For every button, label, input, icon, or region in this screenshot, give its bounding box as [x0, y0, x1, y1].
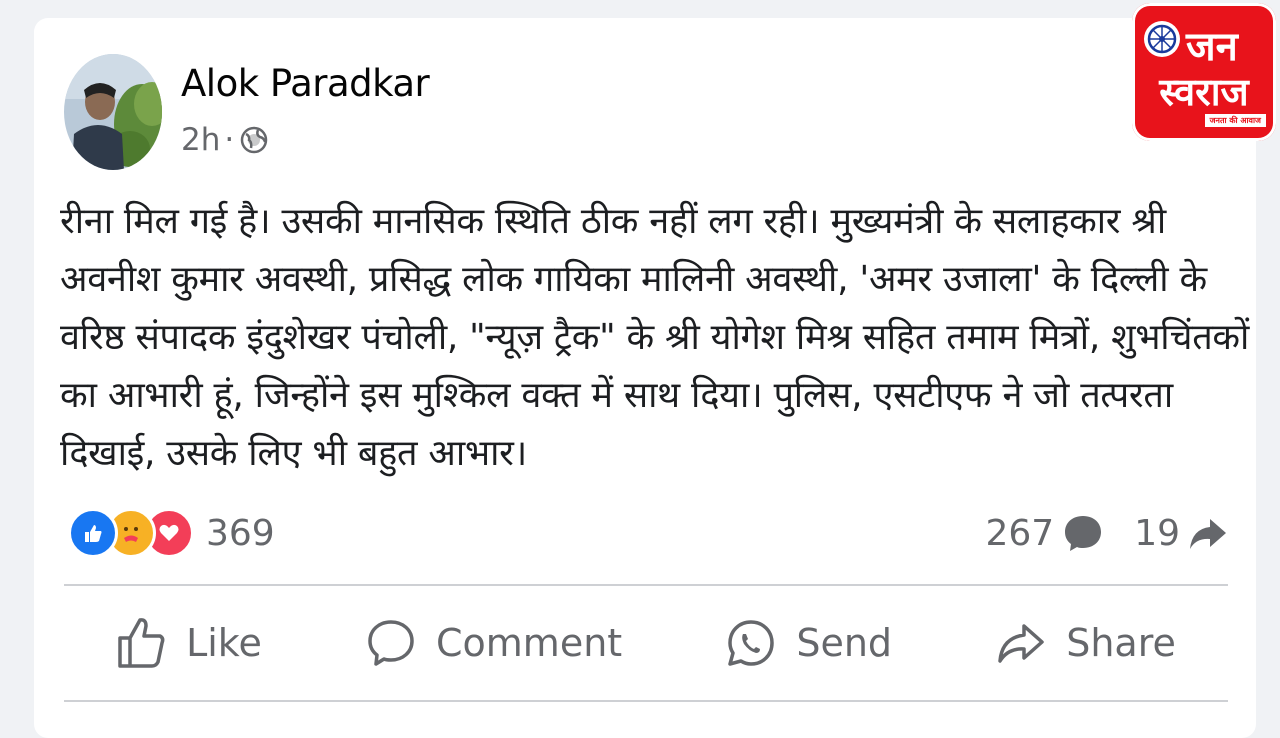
comments-count: 267 — [985, 512, 1055, 554]
comment-icon — [368, 620, 414, 666]
post-meta: 2h · — [181, 122, 268, 158]
author-name[interactable]: Alok Paradkar — [181, 62, 430, 105]
logo-line-2: स्वराज — [1159, 70, 1249, 114]
like-icon — [68, 508, 118, 558]
share-label: Share — [1066, 621, 1176, 665]
comment-bubble-icon — [1065, 516, 1102, 551]
send-button[interactable]: Send — [726, 618, 892, 668]
post-actions: Like Comment Send Share — [64, 585, 1228, 701]
post-time[interactable]: 2h — [181, 122, 220, 158]
share-button[interactable]: Share — [996, 618, 1176, 668]
comment-button[interactable]: Comment — [366, 618, 622, 668]
post-stats: 267 19 — [985, 506, 1228, 560]
ashoka-chakra-icon — [1144, 21, 1180, 57]
jan-swaraj-logo: जन स्वराज जनता की आवाज — [1132, 3, 1276, 141]
reactions-summary[interactable]: 369 — [68, 506, 275, 560]
shares-count: 19 — [1134, 512, 1180, 554]
post-body: रीना मिल गई है। उसकी मानसिक स्थिति ठीक न… — [60, 201, 1250, 474]
author-avatar[interactable] — [64, 54, 162, 170]
meta-separator: · — [224, 122, 235, 158]
comment-label: Comment — [436, 621, 623, 665]
comments-stat[interactable]: 267 — [985, 512, 1104, 554]
send-label: Send — [796, 621, 893, 665]
like-button[interactable]: Like — [116, 616, 262, 670]
reactions-count: 369 — [206, 512, 275, 554]
like-label: Like — [186, 621, 262, 665]
divider-bottom — [64, 700, 1228, 702]
share-arrow-icon — [1190, 519, 1226, 549]
globe-icon — [240, 126, 268, 154]
shares-stat[interactable]: 19 — [1134, 513, 1228, 554]
share-icon — [998, 624, 1044, 663]
thumbs-up-icon — [118, 618, 165, 668]
logo-line-1: जन — [1186, 24, 1238, 70]
logo-tagline: जनता की आवाज — [1204, 114, 1266, 127]
whatsapp-icon — [728, 620, 775, 666]
